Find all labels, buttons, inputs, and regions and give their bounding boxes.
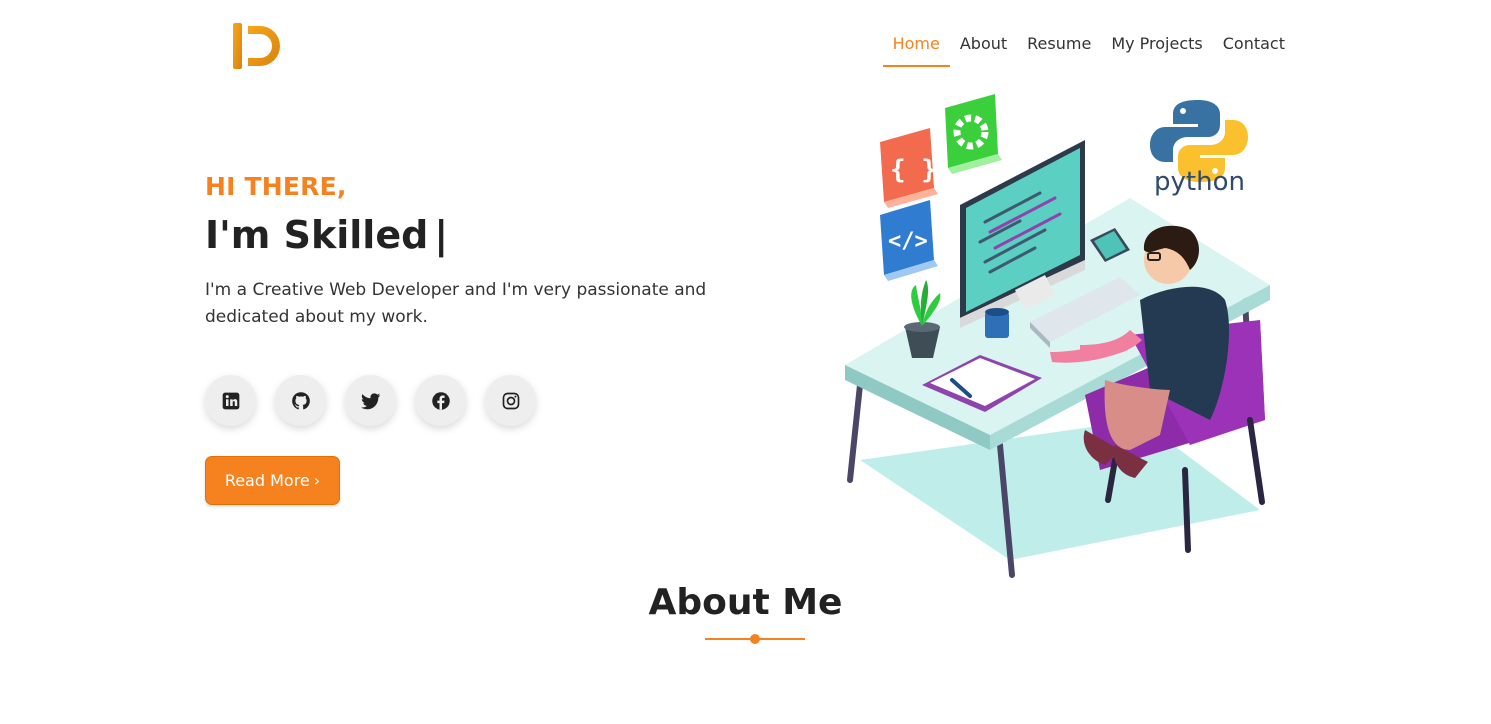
twitter-button[interactable] [345, 375, 396, 426]
main-nav: Home About Resume My Projects Contact [882, 33, 1295, 67]
typing-cursor: | [434, 213, 449, 257]
hero-tagline: I'm a Creative Web Developer and I'm ver… [205, 280, 707, 327]
instagram-icon [502, 392, 519, 409]
facebook-icon [431, 391, 450, 410]
nav-resume[interactable]: Resume [1017, 33, 1101, 67]
hero-headline: I'm Skilled | [205, 211, 765, 259]
braces-icon: { } [880, 128, 938, 208]
hero: HI THERE, I'm Skilled | I'm a Creative We… [205, 172, 765, 331]
developer-illustration: { } </> python [845, 94, 1270, 578]
python-label: python [1154, 167, 1245, 197]
hero-headline-text: I'm Skilled [205, 213, 429, 257]
svg-text:</>: </> [888, 229, 928, 254]
linkedin-button[interactable] [205, 375, 256, 426]
nav-my-projects[interactable]: My Projects [1101, 33, 1212, 67]
title-divider [705, 634, 805, 644]
code-tag-icon: </> [880, 200, 938, 281]
social-links [205, 375, 536, 426]
read-more-button[interactable]: Read More › [205, 456, 340, 505]
chevron-right-icon: › [313, 471, 321, 490]
linkedin-icon [222, 392, 239, 409]
logo[interactable] [230, 20, 288, 72]
github-button[interactable] [275, 375, 326, 426]
nav-contact[interactable]: Contact [1213, 33, 1295, 67]
read-more-label: Read More [224, 471, 310, 490]
svg-text:{ }: { } [890, 155, 937, 185]
about-section-title: About Me [648, 582, 843, 623]
twitter-icon [360, 392, 380, 409]
nav-home[interactable]: Home [882, 33, 951, 67]
facebook-button[interactable] [415, 375, 466, 426]
python-logo: python [1150, 100, 1248, 197]
gear-app-icon [945, 94, 1002, 174]
instagram-button[interactable] [485, 375, 536, 426]
hero-greeting: HI THERE, [205, 172, 347, 201]
github-icon [291, 391, 310, 409]
nav-about[interactable]: About [950, 33, 1017, 67]
